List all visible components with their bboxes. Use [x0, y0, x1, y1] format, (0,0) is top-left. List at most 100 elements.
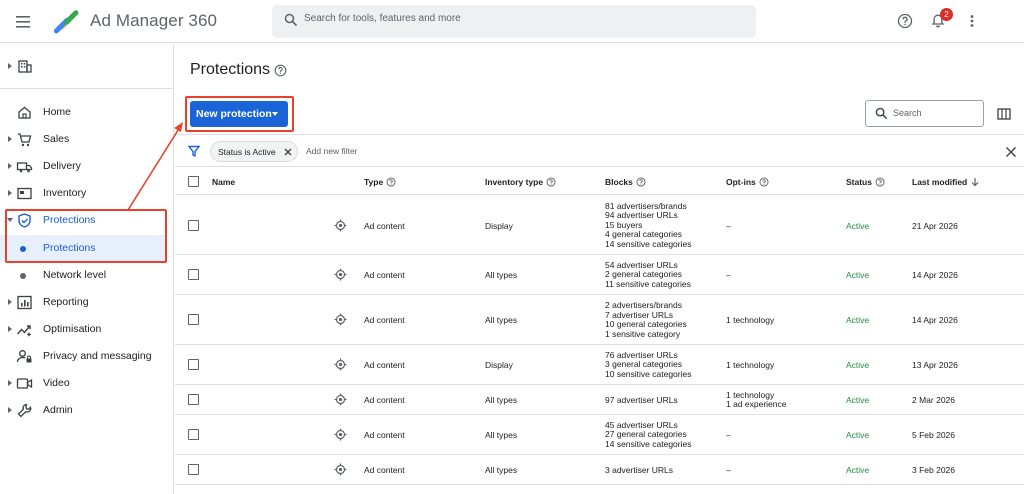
sidebar-item-sales[interactable]: Sales	[0, 126, 174, 153]
expand-caret-icon	[8, 380, 12, 386]
cell-type: Ad content	[364, 360, 405, 371]
select-all-checkbox[interactable]	[188, 176, 199, 187]
help-icon[interactable]	[875, 177, 885, 187]
table-row[interactable]: Ad content All types 3 advertiser URLs – Act…	[175, 455, 1024, 485]
table-row[interactable]: Ad content All types 45 advertiser URLs 27…	[175, 415, 1024, 455]
help-icon[interactable]	[546, 177, 556, 187]
global-search[interactable]	[272, 5, 756, 38]
expand-caret-icon	[8, 407, 12, 413]
ad-content-target-icon[interactable]	[334, 428, 347, 441]
sidebar-item-label: Reporting	[43, 296, 89, 308]
ad-content-target-icon[interactable]	[334, 393, 347, 406]
close-icon[interactable]	[1005, 145, 1017, 163]
row-checkbox[interactable]	[188, 429, 199, 440]
sidebar-item-privacy-and-messaging[interactable]: Privacy and messaging	[0, 343, 174, 370]
column-label: Inventory type	[485, 177, 544, 187]
sidebar-item-reporting[interactable]: Reporting	[0, 289, 174, 316]
ad-content-target-icon[interactable]	[334, 268, 347, 281]
sidebar-item-admin[interactable]: Admin	[0, 397, 174, 424]
row-checkbox[interactable]	[188, 269, 199, 280]
table-header: Name Type Inventory type Blocks Opt-ins …	[175, 168, 1024, 195]
cell-inventory-type: All types	[485, 270, 518, 281]
row-checkbox[interactable]	[188, 394, 199, 405]
column-header-status[interactable]: Status	[846, 177, 885, 187]
table-search[interactable]	[865, 100, 984, 127]
filter-icon[interactable]	[187, 144, 201, 162]
help-icon[interactable]	[386, 177, 396, 187]
sidebar-subitem-protections[interactable]: Protections	[0, 235, 166, 262]
more-options-icon[interactable]	[964, 13, 980, 34]
row-checkbox[interactable]	[188, 464, 199, 475]
cell-status: Active	[846, 430, 870, 441]
row-checkbox[interactable]	[188, 314, 199, 325]
cell-last-modified: 13 Apr 2026	[912, 360, 958, 371]
column-header-blocks[interactable]: Blocks	[605, 177, 646, 187]
sidebar-item-label: Video	[43, 377, 70, 389]
column-label: Type	[364, 177, 384, 187]
new-protection-button[interactable]: New protection	[190, 101, 288, 127]
dropdown-arrow-icon	[272, 112, 278, 116]
table-row[interactable]: Ad content Display 81 advertisers/brands 9…	[175, 196, 1024, 255]
column-header-type[interactable]: Type	[364, 177, 396, 187]
cell-last-modified: 21 Apr 2026	[912, 220, 958, 231]
cell-type: Ad content	[364, 270, 405, 281]
cell-status: Active	[846, 465, 870, 476]
optimisation-icon	[16, 325, 32, 337]
hamburger-menu-icon[interactable]	[14, 12, 34, 32]
help-icon[interactable]	[897, 13, 913, 34]
cell-status: Active	[846, 315, 870, 326]
filter-chip-status[interactable]: Status is Active	[210, 141, 298, 162]
shield-icon	[18, 213, 31, 228]
add-new-filter-link[interactable]: Add new filter	[306, 146, 358, 156]
sidebar-item-label: Inventory	[43, 187, 87, 199]
sidebar-item-video[interactable]: Video	[0, 370, 174, 397]
sidebar-subitem-network-level[interactable]: Network level	[0, 262, 166, 289]
ad-content-target-icon[interactable]	[334, 463, 347, 476]
help-icon[interactable]	[274, 64, 287, 82]
sidebar-item-optimisation[interactable]: Optimisation	[0, 316, 174, 343]
cell-blocks: 81 advertisers/brands 94 advertiser URLs…	[605, 200, 692, 249]
ad-content-target-icon[interactable]	[334, 358, 347, 371]
table-row[interactable]: Ad content Display 76 advertiser URLs 3 ge…	[175, 345, 1024, 385]
help-icon[interactable]	[759, 177, 769, 187]
column-header-last-modified[interactable]: Last modified	[912, 177, 980, 187]
expand-caret-icon	[8, 63, 12, 69]
row-checkbox[interactable]	[188, 219, 199, 231]
cell-status: Active	[846, 360, 870, 371]
top-bar: Ad Manager 360 2	[0, 0, 1024, 43]
ad-content-target-icon[interactable]	[334, 313, 347, 326]
column-header-name[interactable]: Name	[212, 177, 235, 187]
cell-blocks: 76 advertiser URLs 3 general categories …	[605, 349, 692, 379]
table-row[interactable]: Ad content All types 2 advertisers/brands …	[175, 295, 1024, 345]
sort-descending-arrow-icon[interactable]	[970, 177, 980, 187]
cell-inventory-type: All types	[485, 315, 518, 326]
sidebar-item-protections[interactable]: Protections	[0, 207, 174, 234]
sidebar-item-home[interactable]: Home	[0, 99, 174, 126]
cell-type: Ad content	[364, 220, 405, 231]
table-row[interactable]: Ad content All types 54 advertiser URLs 2 …	[175, 255, 1024, 295]
cell-inventory-type: All types	[485, 395, 518, 406]
table-row[interactable]: Ad content All types 97 advertiser URLs 1 t…	[175, 385, 1024, 415]
help-icon[interactable]	[636, 177, 646, 187]
sidebar-item-delivery[interactable]: Delivery	[0, 153, 174, 180]
column-header-opt-ins[interactable]: Opt-ins	[726, 177, 769, 187]
expand-caret-icon	[8, 163, 12, 169]
sidebar-item-label: Network level	[43, 269, 107, 281]
wrench-icon	[17, 403, 32, 418]
collapse-caret-icon	[7, 218, 13, 222]
ad-content-target-icon[interactable]	[334, 219, 347, 232]
remove-filter-icon[interactable]	[283, 147, 293, 157]
page-title: Protections	[190, 61, 271, 78]
row-checkbox[interactable]	[188, 359, 199, 370]
column-settings-icon[interactable]	[997, 107, 1011, 125]
global-search-input[interactable]	[304, 13, 734, 24]
column-header-inventory-type[interactable]: Inventory type	[485, 177, 556, 187]
filter-chip-label: Status is Active	[218, 147, 276, 157]
cell-inventory-type: All types	[485, 465, 518, 476]
cell-status: Active	[846, 220, 870, 231]
sidebar-item-label: Privacy and messaging	[43, 350, 152, 362]
network-selector[interactable]	[0, 54, 174, 78]
sidebar-item-inventory[interactable]: Inventory	[0, 180, 174, 207]
app-title: Ad Manager 360	[90, 11, 218, 30]
table-search-input[interactable]	[893, 108, 979, 118]
